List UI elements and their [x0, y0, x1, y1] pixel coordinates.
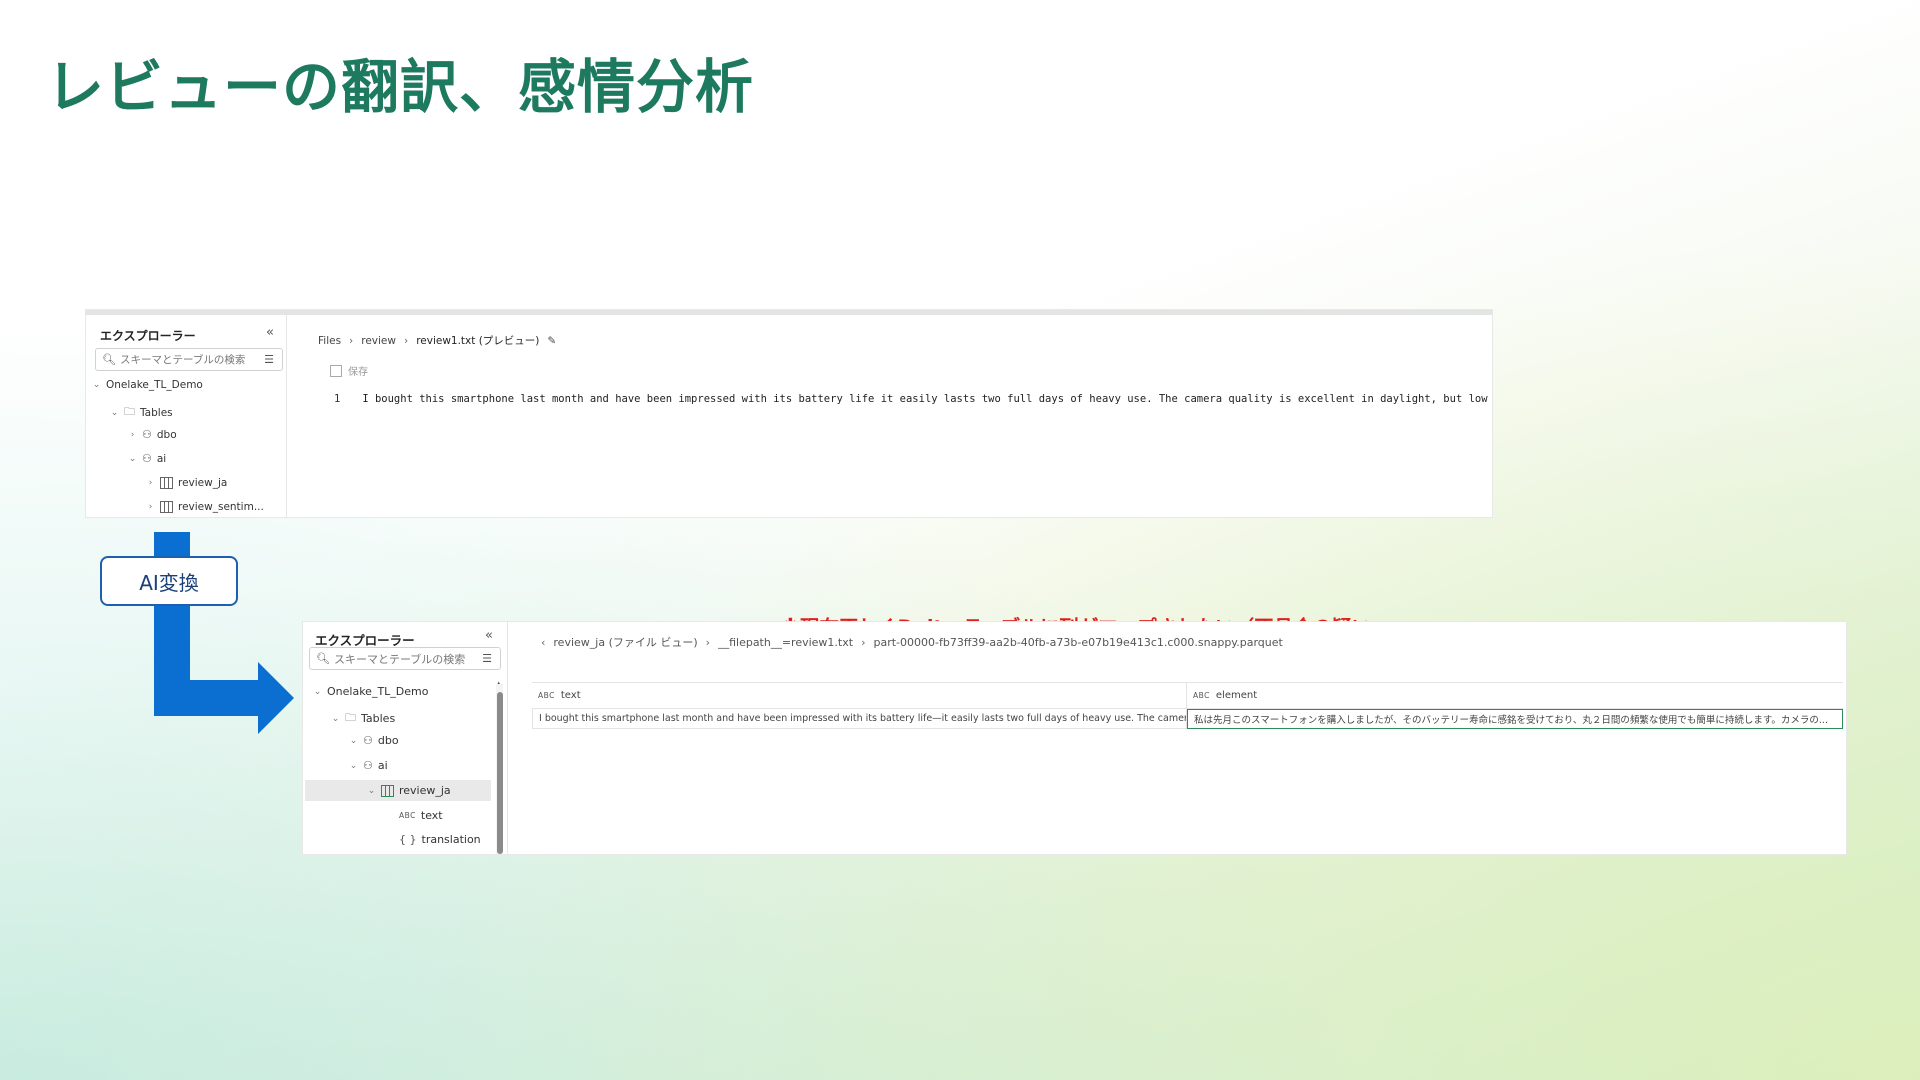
text-editor-line[interactable]: 1 I bought this smartphone last month an…: [334, 393, 1492, 405]
table-icon: [381, 784, 394, 797]
tree-item-table-review-ja[interactable]: › review_ja: [146, 477, 227, 489]
tree-label: ai: [377, 759, 388, 772]
struct-type-icon: { }: [399, 833, 417, 846]
breadcrumb-item[interactable]: review_ja (ファイル ビュー): [553, 634, 697, 650]
explorer-panel: エクスプローラー « 🔍︎ スキーマとテーブルの検索 ☰ ⌄ Onelake_T…: [86, 315, 287, 517]
breadcrumb-item[interactable]: __filepath__=review1.txt: [718, 636, 853, 649]
tree-label: text: [420, 809, 443, 822]
tree-label: review_sentim...: [178, 501, 264, 513]
breadcrumb-item[interactable]: Files: [318, 335, 341, 347]
table-cell-selected[interactable]: 私は先月このスマートフォンを購入しましたが、そのバッテリー寿命に感銘を受けており…: [1187, 709, 1843, 729]
line-number: 1: [334, 393, 341, 405]
table-cell[interactable]: I bought this smartphone last month and …: [532, 709, 1187, 729]
tree-item-schema-ai[interactable]: ⌄ ⚇ ai: [349, 759, 388, 772]
search-input[interactable]: 🔍︎ スキーマとテーブルの検索 ☰: [95, 348, 283, 371]
explorer-title: エクスプローラー: [100, 329, 196, 343]
tree-label: Tables: [361, 712, 396, 725]
breadcrumb-item[interactable]: review: [361, 335, 396, 347]
slide-title: レビューの翻訳、感情分析: [46, 53, 755, 121]
tree-item-table-review-sentiment[interactable]: › review_sentim...: [146, 501, 264, 513]
chevron-right-icon: ›: [130, 429, 135, 440]
filter-icon[interactable]: ☰: [482, 652, 492, 665]
table-view-screenshot: エクスプローラー « 🔍︎ スキーマとテーブルの検索 ☰ ⌄ Onelake_T…: [303, 622, 1846, 854]
chevron-down-icon: ⌄: [110, 407, 119, 418]
breadcrumb: ‹ review_ja (ファイル ビュー) › __filepath__=re…: [541, 634, 1283, 650]
folder-icon: 🗀︎: [124, 405, 135, 418]
table-icon: [160, 501, 173, 513]
tree-item-column-text[interactable]: ABC text: [399, 809, 443, 822]
save-button[interactable]: 保存: [330, 363, 368, 378]
schema-icon: ⚇: [142, 428, 152, 441]
file-preview-screenshot: エクスプローラー « 🔍︎ スキーマとテーブルの検索 ☰ ⌄ Onelake_T…: [86, 310, 1492, 517]
schema-icon: ⚇: [142, 452, 152, 465]
table-row: I bought this smartphone last month and …: [532, 709, 1843, 729]
tree-item-column-translation[interactable]: { } translation: [399, 833, 481, 846]
chevron-down-icon: ⌄: [128, 453, 137, 464]
ai-transform-label: AI変換: [100, 556, 238, 606]
filter-icon[interactable]: ☰: [264, 353, 274, 366]
breadcrumb-current: part-00000-fb73ff39-aa2b-40fb-a73b-e07b1…: [873, 635, 1283, 649]
search-input[interactable]: 🔍︎ スキーマとテーブルの検索 ☰: [309, 647, 501, 670]
collapse-panel-icon[interactable]: «: [266, 325, 274, 340]
chevron-right-icon: ›: [148, 478, 153, 488]
string-type-icon: ABC: [538, 691, 555, 700]
column-header-element[interactable]: ABC element: [1187, 683, 1843, 708]
chevron-down-icon: ⌄: [331, 713, 340, 724]
folder-icon: 🗀︎: [345, 711, 356, 724]
tree-label: dbo: [156, 428, 177, 441]
tree-label: dbo: [377, 734, 399, 747]
tree-item-lakehouse[interactable]: ⌄ Onelake_TL_Demo: [313, 685, 429, 698]
schema-icon: ⚇: [363, 734, 373, 747]
tree-label: ai: [156, 452, 167, 465]
string-type-icon: ABC: [399, 811, 416, 820]
column-header-text[interactable]: ABC text: [532, 683, 1187, 708]
tree-label: review_ja: [178, 477, 228, 489]
tree-label: Onelake_TL_Demo: [327, 685, 429, 698]
tree-item-tables[interactable]: ⌄ 🗀︎ Tables: [110, 403, 173, 422]
chevron-down-icon: ⌄: [349, 760, 358, 771]
tree-item-schema-ai[interactable]: ⌄ ⚇ ai: [128, 452, 167, 465]
tree-label: Tables: [140, 406, 173, 419]
back-chevron-icon[interactable]: ‹: [541, 636, 545, 649]
chevron-down-icon: ⌄: [367, 785, 376, 796]
search-placeholder: スキーマとテーブルの検索: [333, 652, 466, 666]
chevron-right-icon: ›: [861, 635, 866, 649]
chevron-down-icon: ⌄: [349, 735, 358, 746]
tree-label: translation: [421, 833, 481, 846]
tree-item-table-review-ja[interactable]: ⌄ review_ja: [367, 784, 451, 797]
edit-pencil-icon[interactable]: ✎: [547, 335, 556, 347]
data-grid: ABC text ABC element I bought this smart…: [532, 682, 1843, 729]
tree-item-tables[interactable]: ⌄ 🗀︎ Tables: [331, 709, 395, 728]
tree-label: review_ja: [399, 784, 451, 797]
tree-label: Onelake_TL_Demo: [106, 379, 203, 391]
collapse-panel-icon[interactable]: «: [485, 628, 493, 643]
table-icon: [160, 477, 173, 489]
breadcrumb: Files › review › review1.txt (プレビュー) ✎: [318, 333, 556, 348]
chevron-right-icon: ›: [148, 502, 153, 512]
column-header-label: element: [1215, 690, 1258, 701]
search-placeholder: スキーマとテーブルの検索: [119, 354, 246, 366]
chevron-down-icon: ⌄: [313, 686, 322, 697]
column-header-label: text: [560, 690, 581, 701]
schema-icon: ⚇: [363, 759, 373, 772]
search-icon: 🔍︎: [102, 353, 116, 366]
chevron-down-icon: ⌄: [92, 380, 101, 390]
string-type-icon: ABC: [1193, 691, 1210, 700]
explorer-panel: エクスプローラー « 🔍︎ スキーマとテーブルの検索 ☰ ⌄ Onelake_T…: [303, 622, 508, 854]
save-icon: [330, 364, 342, 377]
tree-item-lakehouse[interactable]: ⌄ Onelake_TL_Demo: [92, 379, 203, 391]
line-text: I bought this smartphone last month and …: [362, 393, 1492, 405]
tree-item-schema-dbo[interactable]: ⌄ ⚇ dbo: [349, 734, 399, 747]
chevron-right-icon: ›: [705, 635, 711, 649]
chevron-right-icon: ›: [349, 334, 354, 347]
breadcrumb-current: review1.txt (プレビュー): [416, 335, 540, 347]
search-icon: 🔍︎: [316, 652, 330, 665]
grid-header: ABC text ABC element: [532, 682, 1843, 709]
tree-item-schema-dbo[interactable]: › ⚇ dbo: [128, 428, 177, 441]
chevron-right-icon: ›: [403, 334, 409, 347]
scrollbar-thumb[interactable]: [497, 692, 503, 854]
save-label: 保存: [348, 367, 368, 378]
